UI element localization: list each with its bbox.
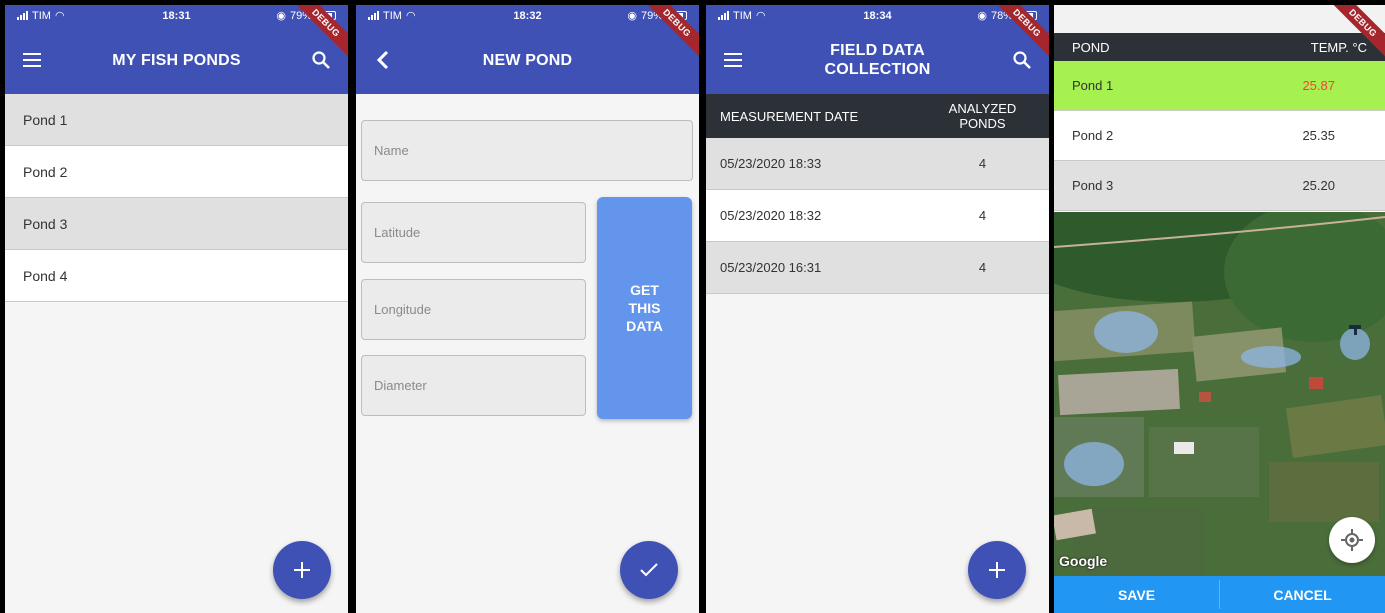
search-icon[interactable]: [1009, 47, 1035, 73]
carrier: TIM: [383, 9, 402, 22]
measurement-date: 05/23/2020 16:31: [720, 260, 822, 275]
add-pond-button[interactable]: [273, 541, 331, 599]
search-icon[interactable]: [308, 47, 334, 73]
toolbar: MY FISH PONDS: [5, 26, 348, 94]
google-attribution: Google: [1059, 553, 1108, 569]
clock: 18:34: [863, 9, 892, 22]
alarm-icon: ◉: [276, 10, 286, 22]
table-row[interactable]: 05/23/2020 16:31 4: [706, 242, 1049, 294]
table-row[interactable]: 05/23/2020 18:32 4: [706, 190, 1049, 242]
latitude-field[interactable]: Latitude: [361, 202, 586, 263]
toolbar: NEW POND: [356, 26, 699, 94]
satellite-map[interactable]: Google: [1054, 212, 1385, 577]
signal-icon: [17, 11, 28, 20]
screen-my-fish-ponds: TIM ◠ 18:31 ◉ 79% MY FISH PONDS DEBUG Pond…: [5, 5, 348, 613]
column-header-date: MEASUREMENT DATE: [720, 108, 859, 124]
pond-name: Pond 1: [1072, 78, 1114, 93]
save-pond-button[interactable]: [620, 541, 678, 599]
app-bar: TIM ◠ 18:32 ◉ 79% NEW POND: [356, 5, 699, 94]
pond-temp: 25.20: [1302, 178, 1335, 193]
pond-temp: 25.87: [1302, 78, 1335, 93]
analyzed-count: 4: [978, 156, 987, 171]
analyzed-count: 4: [978, 260, 987, 275]
screen-field-data-collection: TIM ◠ 18:34 ◉ 78% FIELD DATA COLLECTION DE…: [706, 5, 1049, 613]
back-arrow-icon[interactable]: [370, 47, 396, 73]
screen-new-pond: TIM ◠ 18:32 ◉ 79% NEW POND DEBUG Name Lati…: [356, 5, 699, 613]
header-line: ANALYZED: [948, 101, 1017, 116]
list-item[interactable]: Pond 2: [5, 146, 348, 198]
name-field[interactable]: Name: [361, 120, 693, 181]
title-line: FIELD DATA: [830, 42, 925, 59]
app-bar: TIM ◠ 18:31 ◉ 79% MY FISH PONDS: [5, 5, 348, 94]
page-title: FIELD DATA COLLECTION: [706, 41, 1049, 79]
my-location-button[interactable]: [1329, 517, 1375, 563]
menu-icon[interactable]: [720, 47, 746, 73]
measurement-date: 05/23/2020 18:33: [720, 156, 822, 171]
plus-icon: [989, 562, 1005, 578]
menu-icon[interactable]: [19, 47, 45, 73]
plus-icon: [294, 562, 310, 578]
status-bar: TIM ◠ 18:31 ◉ 79%: [5, 5, 348, 26]
table-row[interactable]: Pond 3 25.20: [1054, 161, 1385, 211]
status-bar: TIM ◠ 18:32 ◉ 79%: [356, 5, 699, 26]
carrier: TIM: [32, 9, 51, 22]
longitude-field[interactable]: Longitude: [361, 279, 586, 340]
alarm-icon: ◉: [977, 10, 987, 22]
wifi-icon: ◠: [405, 10, 416, 22]
header-line: PONDS: [959, 116, 1006, 131]
table-row[interactable]: Pond 2 25.35: [1054, 111, 1385, 161]
check-icon: [640, 563, 658, 577]
pond-temp: 25.35: [1302, 128, 1335, 143]
get-button-line: DATA: [626, 318, 663, 334]
analyzed-count: 4: [978, 208, 987, 223]
page-title: MY FISH PONDS: [112, 51, 241, 69]
app-bar: TIM ◠ 18:34 ◉ 78% FIELD DATA COLLECTION: [706, 5, 1049, 94]
table-row[interactable]: 05/23/2020 18:33 4: [706, 138, 1049, 190]
signal-icon: [718, 11, 729, 20]
column-header-pond: POND: [1072, 39, 1110, 55]
crosshair-icon: [1341, 529, 1363, 551]
pond-name: Pond 2: [1072, 128, 1114, 143]
get-button-line: THIS: [628, 300, 661, 316]
wifi-icon: ◠: [755, 10, 766, 22]
wifi-icon: ◠: [54, 10, 65, 22]
screen-pond-temperatures: DEBUG POND TEMP. °C Pond 1 25.87 Pond 2 …: [1054, 5, 1385, 613]
table-header: POND TEMP. °C: [1054, 33, 1385, 61]
carrier: TIM: [733, 9, 752, 22]
action-bar: SAVE CANCEL: [1054, 576, 1385, 613]
pond-list: Pond 1 Pond 2 Pond 3 Pond 4: [5, 94, 348, 302]
status-bar: TIM ◠ 18:34 ◉ 78%: [706, 5, 1049, 26]
list-item[interactable]: Pond 1: [5, 94, 348, 146]
signal-icon: [368, 11, 379, 20]
column-header-ponds: ANALYZED PONDS: [916, 101, 1049, 131]
cancel-button[interactable]: CANCEL: [1220, 576, 1385, 613]
clock: 18:32: [513, 9, 542, 22]
pond-name: Pond 3: [1072, 178, 1114, 193]
alarm-icon: ◉: [627, 10, 637, 22]
table-header: MEASUREMENT DATE ANALYZED PONDS: [706, 94, 1049, 138]
list-item[interactable]: Pond 3: [5, 198, 348, 250]
status-bar: [1054, 5, 1385, 33]
toolbar: FIELD DATA COLLECTION: [706, 26, 1049, 94]
get-button-line: GET: [630, 282, 659, 298]
measurement-date: 05/23/2020 18:32: [720, 208, 822, 223]
page-title: NEW POND: [482, 51, 573, 69]
diameter-field[interactable]: Diameter: [361, 355, 586, 416]
clock: 18:31: [162, 9, 191, 22]
add-collection-button[interactable]: [968, 541, 1026, 599]
table-row[interactable]: Pond 1 25.87: [1054, 61, 1385, 111]
title-line: COLLECTION: [824, 61, 931, 78]
get-this-data-button[interactable]: GET THIS DATA: [597, 197, 692, 419]
column-header-temp: TEMP. °C: [1310, 39, 1367, 55]
list-item[interactable]: Pond 4: [5, 250, 348, 302]
save-button[interactable]: SAVE: [1054, 576, 1219, 613]
